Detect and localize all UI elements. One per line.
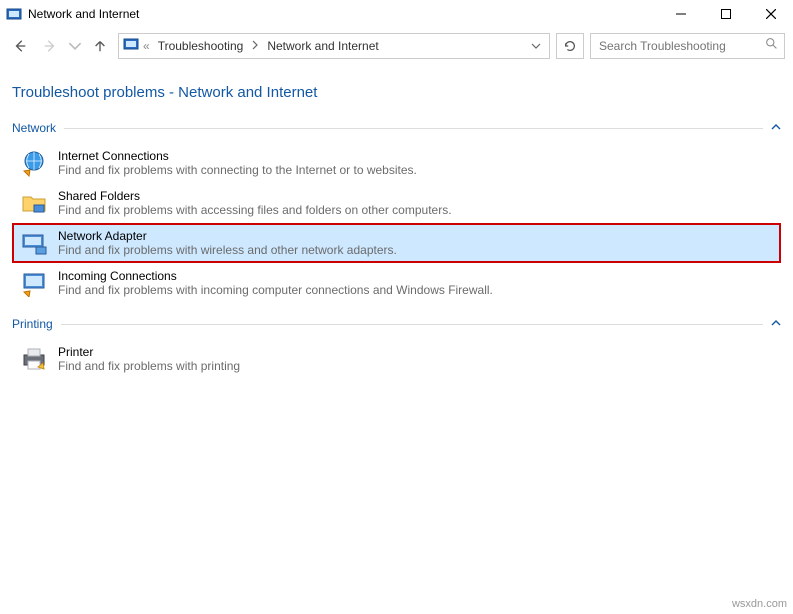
page-title: Troubleshoot problems - Network and Inte… xyxy=(12,84,781,101)
control-panel-icon xyxy=(123,36,139,57)
section-header-network[interactable]: Network xyxy=(12,119,781,137)
nav-bar: « Troubleshooting Network and Internet xyxy=(0,28,793,64)
item-desc: Find and fix problems with wireless and … xyxy=(58,243,397,257)
section-label: Printing xyxy=(12,317,53,331)
folder-net-icon xyxy=(20,189,48,217)
section-label: Network xyxy=(12,121,56,135)
refresh-button[interactable] xyxy=(556,33,584,59)
item-shared-folders[interactable]: Shared Folders Find and fix problems wit… xyxy=(12,183,781,223)
control-panel-icon xyxy=(6,6,22,22)
close-button[interactable] xyxy=(748,0,793,28)
recent-dropdown[interactable] xyxy=(68,34,82,58)
item-desc: Find and fix problems with connecting to… xyxy=(58,163,417,177)
breadcrumb-network-internet[interactable]: Network and Internet xyxy=(263,37,382,55)
breadcrumb-prefix: « xyxy=(143,39,150,53)
address-dropdown[interactable] xyxy=(527,34,545,58)
forward-button[interactable] xyxy=(38,34,62,58)
maximize-button[interactable] xyxy=(703,0,748,28)
item-title: Incoming Connections xyxy=(58,269,493,283)
item-title: Shared Folders xyxy=(58,189,452,203)
item-network-adapter[interactable]: Network Adapter Find and fix problems wi… xyxy=(12,223,781,263)
breadcrumb-troubleshooting[interactable]: Troubleshooting xyxy=(154,37,248,55)
content-area: Troubleshoot problems - Network and Inte… xyxy=(0,64,793,379)
item-printer[interactable]: Printer Find and fix problems with print… xyxy=(12,339,781,379)
chevron-right-icon[interactable] xyxy=(251,37,259,55)
chevron-up-icon[interactable] xyxy=(771,119,781,137)
window-controls xyxy=(658,0,793,28)
search-icon[interactable] xyxy=(765,37,778,55)
up-button[interactable] xyxy=(88,34,112,58)
watermark: wsxdn.com xyxy=(732,598,787,610)
item-title: Printer xyxy=(58,345,240,359)
address-bar[interactable]: « Troubleshooting Network and Internet xyxy=(118,33,550,59)
window-title: Network and Internet xyxy=(28,7,658,21)
screen-arrow-icon xyxy=(20,269,48,297)
globe-arrow-icon xyxy=(20,149,48,177)
back-button[interactable] xyxy=(8,34,32,58)
item-desc: Find and fix problems with incoming comp… xyxy=(58,283,493,297)
divider xyxy=(64,128,763,129)
minimize-button[interactable] xyxy=(658,0,703,28)
printer-icon xyxy=(20,345,48,373)
search-input[interactable] xyxy=(597,38,765,54)
divider xyxy=(61,324,763,325)
items-network: Internet Connections Find and fix proble… xyxy=(12,143,781,303)
section-header-printing[interactable]: Printing xyxy=(12,315,781,333)
item-desc: Find and fix problems with accessing fil… xyxy=(58,203,452,217)
title-bar: Network and Internet xyxy=(0,0,793,28)
item-desc: Find and fix problems with printing xyxy=(58,359,240,373)
item-incoming-connections[interactable]: Incoming Connections Find and fix proble… xyxy=(12,263,781,303)
chevron-up-icon[interactable] xyxy=(771,315,781,333)
item-title: Network Adapter xyxy=(58,229,397,243)
item-title: Internet Connections xyxy=(58,149,417,163)
adapter-icon xyxy=(20,229,48,257)
item-internet-connections[interactable]: Internet Connections Find and fix proble… xyxy=(12,143,781,183)
search-box[interactable] xyxy=(590,33,785,59)
items-printing: Printer Find and fix problems with print… xyxy=(12,339,781,379)
